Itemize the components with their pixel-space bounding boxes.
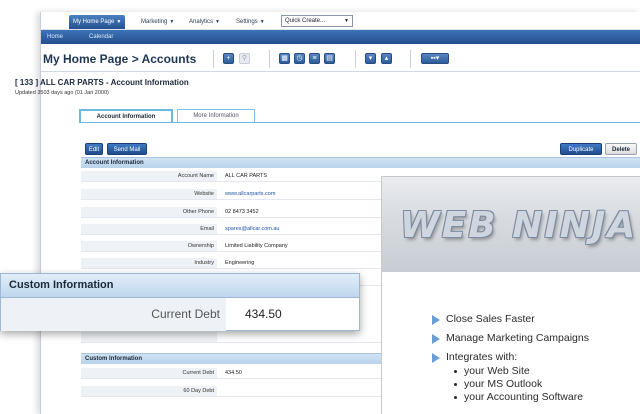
triangle-bullet-icon xyxy=(432,334,440,344)
tab-underline xyxy=(79,122,640,123)
delete-button[interactable]: Delete xyxy=(605,143,637,155)
field-label: Website xyxy=(81,189,217,199)
dot-bullet-icon xyxy=(454,382,457,386)
chevron-down-icon: ▼ xyxy=(116,19,122,25)
chevron-down-icon: ▼ xyxy=(169,19,175,25)
field-value: 02 8473 3452 xyxy=(225,209,259,215)
nav-label: Marketing xyxy=(141,19,168,25)
toolbar-divider xyxy=(269,50,270,68)
field-value: Limited Liability Company xyxy=(225,243,288,249)
clock-icon[interactable]: ◷ xyxy=(294,53,305,64)
sub-navigation: Home Calendar xyxy=(41,30,640,44)
promo-banner: WEB NINJA xyxy=(382,177,640,272)
list-icon[interactable]: ≡ xyxy=(309,53,320,64)
callout-row: Current Debt 434.50 xyxy=(1,298,359,331)
export-icon[interactable]: ▴ xyxy=(381,53,392,64)
toolbar-divider xyxy=(410,50,411,68)
dot-bullet-icon xyxy=(454,395,457,399)
more-menu-icon[interactable]: ▪▪▾ xyxy=(421,53,449,64)
bullet-text: your Web Site xyxy=(464,365,530,377)
email-link[interactable]: spares@allcar.com.au xyxy=(225,224,280,234)
callout-label: Current Debt xyxy=(1,298,226,331)
chevron-down-icon: ▼ xyxy=(344,18,349,24)
field-label: Other Phone xyxy=(81,207,217,217)
field-label: Current Debt xyxy=(81,368,217,378)
dot-bullet-icon xyxy=(454,369,457,373)
tab-more-information[interactable]: More Information xyxy=(177,109,255,123)
screen: My Home Page ▼ Marketing ▼ Analytics ▼ Sett… xyxy=(0,0,640,414)
nav-marketing[interactable]: Marketing ▼ xyxy=(137,15,178,29)
callout-value: 434.50 xyxy=(245,307,282,321)
subnav-home[interactable]: Home xyxy=(47,30,63,44)
nav-label: Analytics xyxy=(189,19,214,25)
page-title: My Home Page > Accounts xyxy=(43,52,197,66)
add-icon[interactable]: + xyxy=(223,53,234,64)
callout-header: Custom Information xyxy=(1,274,359,298)
field-label: 60 Day Debt xyxy=(81,386,217,396)
field-value: 434.50 xyxy=(225,370,242,376)
promo-sub-bullet: your Web Site xyxy=(454,365,530,377)
bullet-text: Integrates with: xyxy=(446,351,518,363)
import-icon[interactable]: ▾ xyxy=(365,53,376,64)
account-section-header: Account Information xyxy=(81,157,640,168)
page-header: My Home Page > Accounts + ⚲ ▦ ◷ ≡ ▤ ▾ ▴ … xyxy=(41,44,640,72)
triangle-bullet-icon xyxy=(432,315,440,325)
updated-text: Updated 3503 days ago (01 Jan 2000) xyxy=(15,90,109,96)
edit-button[interactable]: Edit xyxy=(85,143,103,155)
subnav-calendar[interactable]: Calendar xyxy=(89,30,113,44)
nav-settings[interactable]: Settings ▼ xyxy=(232,15,269,29)
callout-title: Custom Information xyxy=(9,279,114,291)
send-mail-button[interactable]: Send Mail xyxy=(107,143,147,155)
toolbar-divider xyxy=(213,50,214,68)
promo-bullet: Close Sales Faster xyxy=(432,313,535,325)
promo-panel: WEB NINJA Close Sales Faster Manage Mark… xyxy=(381,176,640,414)
nav-label: My Home Page xyxy=(73,19,115,25)
field-label: Industry xyxy=(81,258,217,268)
field-value: ALL CAR PARTS xyxy=(225,173,268,179)
custom-info-callout: Custom Information Current Debt 434.50 xyxy=(0,273,360,331)
quick-create-select[interactable]: Quick Create... ▼ xyxy=(281,15,353,27)
promo-bullet: Integrates with: xyxy=(432,351,518,363)
bullet-text: your Accounting Software xyxy=(464,391,584,403)
top-navigation: My Home Page ▼ Marketing ▼ Analytics ▼ Sett… xyxy=(41,12,640,30)
field-label: Email xyxy=(81,224,217,234)
triangle-bullet-icon xyxy=(432,353,440,363)
nav-my-home-page[interactable]: My Home Page ▼ xyxy=(69,15,126,29)
field-value: Engineering xyxy=(225,260,255,266)
promo-sub-bullet: your Accounting Software xyxy=(454,391,583,403)
calendar-icon[interactable]: ▦ xyxy=(279,53,290,64)
field-label xyxy=(81,332,217,342)
bullet-text: Manage Marketing Campaigns xyxy=(446,332,589,344)
quick-create-value: Quick Create... xyxy=(285,18,326,24)
website-link[interactable]: www.allcarparts.com xyxy=(225,189,275,199)
chevron-down-icon: ▼ xyxy=(215,19,220,25)
web-ninja-logo: WEB NINJA xyxy=(400,205,638,246)
calculator-icon[interactable]: ▤ xyxy=(324,53,335,64)
account-heading: [ 133 ] ALL CAR PARTS - Account Informat… xyxy=(15,78,189,87)
field-label: Account Name xyxy=(81,171,217,181)
chevron-down-icon: ▼ xyxy=(259,19,265,25)
bullet-text: your MS Outlook xyxy=(464,378,543,390)
bullet-text: Close Sales Faster xyxy=(446,313,535,325)
duplicate-button[interactable]: Duplicate xyxy=(560,143,602,155)
promo-bullet: Manage Marketing Campaigns xyxy=(432,332,589,344)
toolbar-divider xyxy=(355,50,356,68)
search-icon[interactable]: ⚲ xyxy=(239,53,250,64)
tab-account-information[interactable]: Account Information xyxy=(79,109,173,123)
nav-label: Settings xyxy=(236,19,258,25)
field-label: Ownership xyxy=(81,241,217,251)
nav-analytics[interactable]: Analytics ▼ xyxy=(185,15,224,29)
promo-sub-bullet: your MS Outlook xyxy=(454,378,542,390)
